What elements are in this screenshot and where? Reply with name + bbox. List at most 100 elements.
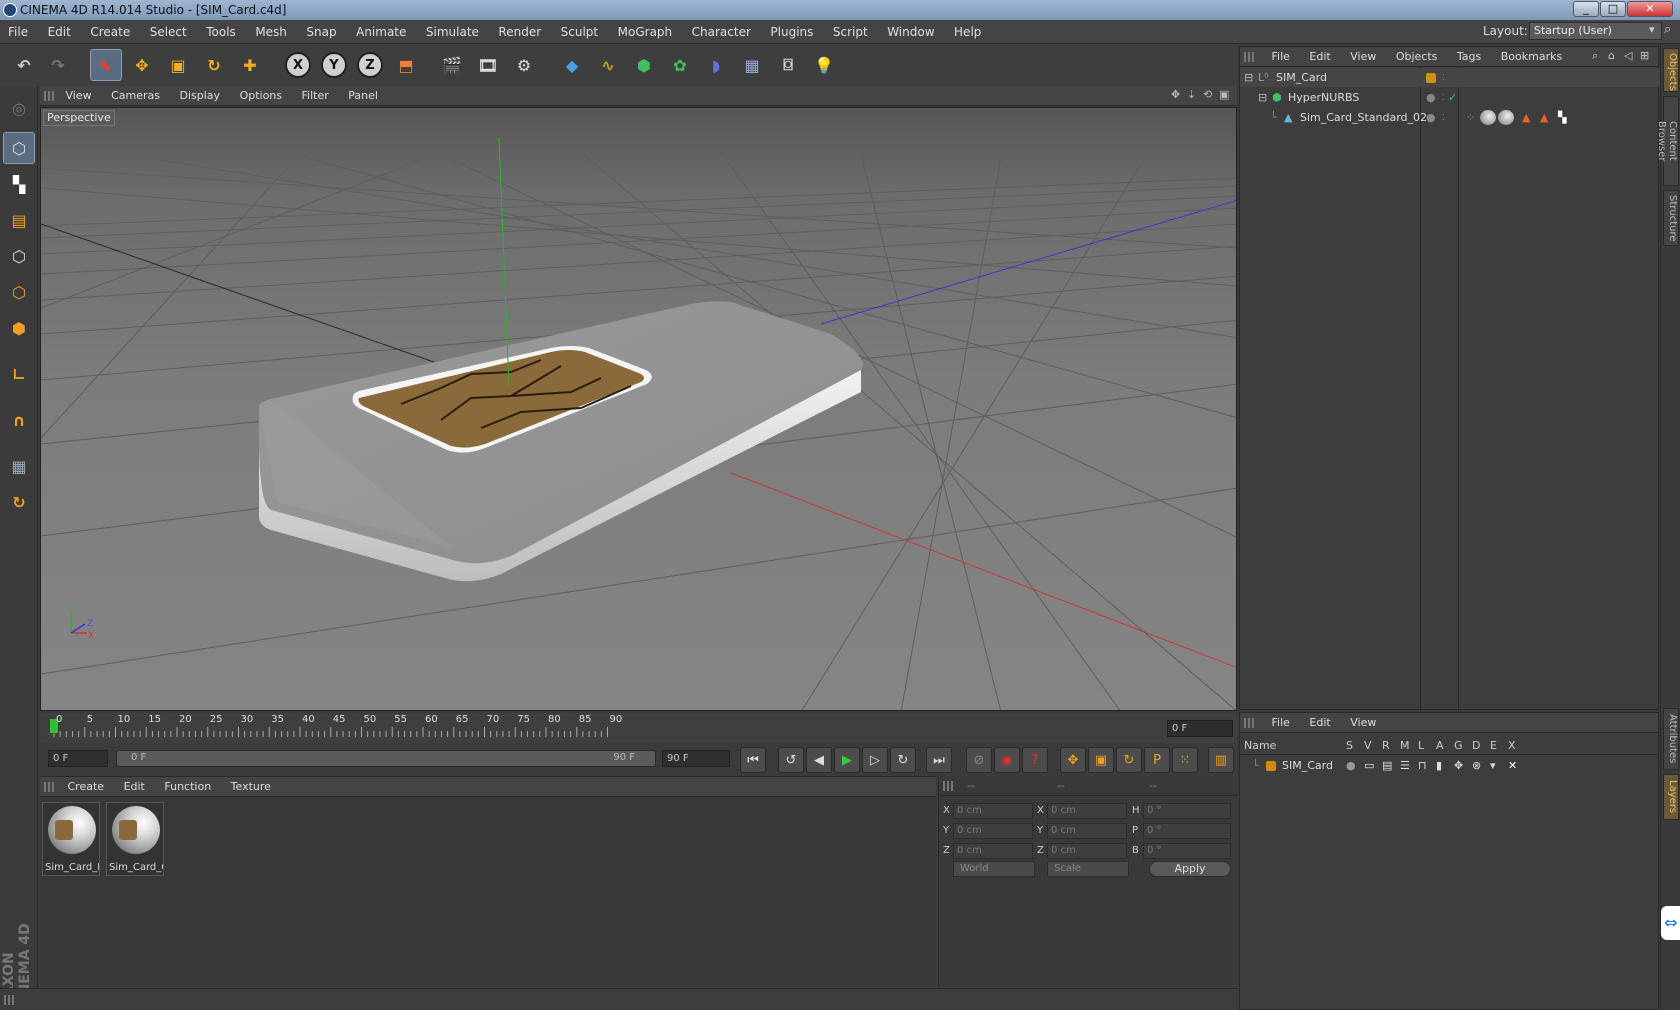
teamviewer-icon[interactable]: ⇔ <box>1661 906 1680 940</box>
points-mode-icon[interactable]: ⬡ <box>3 240 35 272</box>
locked-workplane-icon[interactable]: ↻ <box>3 486 35 518</box>
next-keyframe-icon[interactable]: ↻ <box>890 747 916 773</box>
manager-icon[interactable]: ☰ <box>1400 756 1410 775</box>
viewport-menu-options[interactable]: Options <box>232 86 290 106</box>
search-icon[interactable]: ⌕ <box>1592 49 1598 63</box>
material-tag-icon[interactable] <box>1480 110 1496 125</box>
material-menu-texture[interactable]: Texture <box>223 777 279 797</box>
object-row[interactable]: └ ▲ Sim_Card_Standard_02 ● ⁚ ⁘ ▲ ▲ ▚ <box>1240 108 1660 127</box>
rotation-p-field[interactable]: 0 ° <box>1143 823 1231 839</box>
menu-simulate[interactable]: Simulate <box>418 20 487 44</box>
menu-file[interactable]: File <box>0 20 36 44</box>
workplane-lock-icon[interactable]: ▦ <box>3 450 35 482</box>
object-menu-file[interactable]: File <box>1264 47 1298 67</box>
apply-button[interactable]: Apply <box>1149 861 1231 877</box>
scale-icon[interactable]: ▣ <box>162 49 194 81</box>
render-picture-viewer-icon[interactable]: 🎞 <box>472 49 504 81</box>
cloner-icon[interactable]: ✿ <box>664 49 696 81</box>
menu-help[interactable]: Help <box>946 20 989 44</box>
visibility-dot-icon[interactable]: ● <box>1426 108 1436 127</box>
x-axis-lock-icon[interactable]: X <box>282 49 314 81</box>
end-frame-field[interactable]: 90 F <box>662 750 730 767</box>
maximize-button[interactable]: □ <box>1600 1 1626 17</box>
mode-dropdown[interactable]: Scale <box>1047 861 1129 877</box>
material-tag-icon[interactable] <box>1498 110 1514 125</box>
menu-plugins[interactable]: Plugins <box>762 20 821 44</box>
go-to-end-icon[interactable]: ⏭ <box>926 747 952 773</box>
spline-pen-icon[interactable]: ∿ <box>592 49 624 81</box>
panel-grip-icon[interactable] <box>943 781 953 791</box>
material-swatch[interactable]: Sim_Card_M <box>42 802 100 876</box>
axis-mode-icon[interactable]: ∟ <box>3 358 35 390</box>
menu-window[interactable]: Window <box>879 20 942 44</box>
viewport-move-icon[interactable]: ✥ <box>1171 88 1180 101</box>
y-axis-lock-icon[interactable]: Y <box>318 49 350 81</box>
position-z-field[interactable]: 0 cm <box>953 843 1033 859</box>
menu-edit[interactable]: Edit <box>40 20 79 44</box>
view-icon[interactable]: ▭ <box>1364 756 1374 775</box>
light-icon[interactable]: 💡 <box>808 49 840 81</box>
menu-sculpt[interactable]: Sculpt <box>553 20 606 44</box>
next-frame-icon[interactable]: ▷ <box>862 747 888 773</box>
texture-mode-icon[interactable]: ▚ <box>3 168 35 200</box>
key-position-icon[interactable]: ✥ <box>1060 747 1086 773</box>
undo-icon[interactable]: ↶ <box>8 49 40 81</box>
object-menu-view[interactable]: View <box>1342 47 1384 67</box>
layer-color-icon[interactable] <box>1426 73 1436 83</box>
close-button[interactable]: ✕ <box>1627 1 1673 17</box>
keyframe-selection-icon[interactable]: ? <box>1022 747 1048 773</box>
lock-icon[interactable]: ⊓ <box>1418 756 1427 775</box>
expression-icon[interactable]: ▾ <box>1490 756 1496 775</box>
z-axis-lock-icon[interactable]: Z <box>354 49 386 81</box>
current-frame-field[interactable]: 0 F <box>1167 720 1233 737</box>
minimize-button[interactable]: _ <box>1573 1 1599 17</box>
object-menu-objects[interactable]: Objects <box>1388 47 1446 67</box>
live-selection-icon[interactable]: ⬉ <box>90 49 122 81</box>
menu-script[interactable]: Script <box>825 20 876 44</box>
space-dropdown[interactable]: World <box>953 861 1035 877</box>
enabled-check-icon[interactable]: ✓ <box>1448 88 1457 107</box>
size-z-field[interactable]: 0 cm <box>1047 843 1127 859</box>
menu-character[interactable]: Character <box>684 20 759 44</box>
solo-icon[interactable]: ● <box>1346 756 1356 775</box>
layout-select[interactable]: Startup (User) <box>1529 22 1662 40</box>
size-x-field[interactable]: 0 cm <box>1047 803 1127 819</box>
back-icon[interactable]: ◁ <box>1624 49 1632 62</box>
viewport-zoom-icon[interactable]: ⇣ <box>1187 88 1196 101</box>
visibility-dots-icon[interactable]: ⁚ <box>1442 88 1445 107</box>
visibility-dots-icon[interactable]: ⁚ <box>1442 108 1445 127</box>
material-menu-create[interactable]: Create <box>60 777 113 797</box>
animation-icon[interactable]: ▮ <box>1436 756 1442 775</box>
recent-tools-icon[interactable]: ✚ <box>234 49 266 81</box>
cube-primitive-icon[interactable]: ◆ <box>556 49 588 81</box>
selection-tag-icon[interactable]: ▲ <box>1522 108 1530 127</box>
layer-menu-view[interactable]: View <box>1342 713 1384 733</box>
deformer-icon[interactable]: ⊗ <box>1472 756 1481 775</box>
tab-layers[interactable]: Layers <box>1663 774 1679 820</box>
deformer-icon[interactable]: ◗ <box>700 49 732 81</box>
snap-magnet-icon[interactable]: ∩ <box>3 404 35 436</box>
viewport-menu-display[interactable]: Display <box>172 86 229 106</box>
layer-menu-edit[interactable]: Edit <box>1301 713 1338 733</box>
play-icon[interactable]: ▶ <box>834 747 860 773</box>
panel-grip-icon[interactable] <box>1244 52 1254 62</box>
render-settings-icon[interactable]: ⚙ <box>508 49 540 81</box>
floor-icon[interactable]: ▦ <box>736 49 768 81</box>
redo-icon[interactable]: ↷ <box>42 49 74 81</box>
position-y-field[interactable]: 0 cm <box>953 823 1033 839</box>
key-parameter-icon[interactable]: P <box>1144 747 1170 773</box>
object-row[interactable]: ⊟ ⬢ HyperNURBS ● ⁚ ✓ <box>1240 88 1660 107</box>
collapse-icon[interactable]: ⊟ <box>1258 88 1267 107</box>
xref-icon[interactable]: ✕ <box>1508 756 1517 775</box>
visibility-dots-icon[interactable]: ⁚ <box>1442 68 1445 87</box>
size-y-field[interactable]: 0 cm <box>1047 823 1127 839</box>
collapse-icon[interactable]: ⊟ <box>1244 68 1253 87</box>
menu-select[interactable]: Select <box>142 20 195 44</box>
position-x-field[interactable]: 0 cm <box>953 803 1033 819</box>
edges-mode-icon[interactable]: ⬡ <box>3 276 35 308</box>
layer-menu-file[interactable]: File <box>1264 713 1298 733</box>
render-icon[interactable]: ▤ <box>1382 756 1392 775</box>
selection-tag-icon[interactable]: ▲ <box>1540 108 1548 127</box>
viewport-perspective[interactable]: Y Z X Perspective <box>40 107 1237 711</box>
timeline-ruler[interactable]: 0 5 10 15 20 25 30 35 40 45 50 55 60 65 70 75 80 85 90 0 F <box>40 713 1237 743</box>
